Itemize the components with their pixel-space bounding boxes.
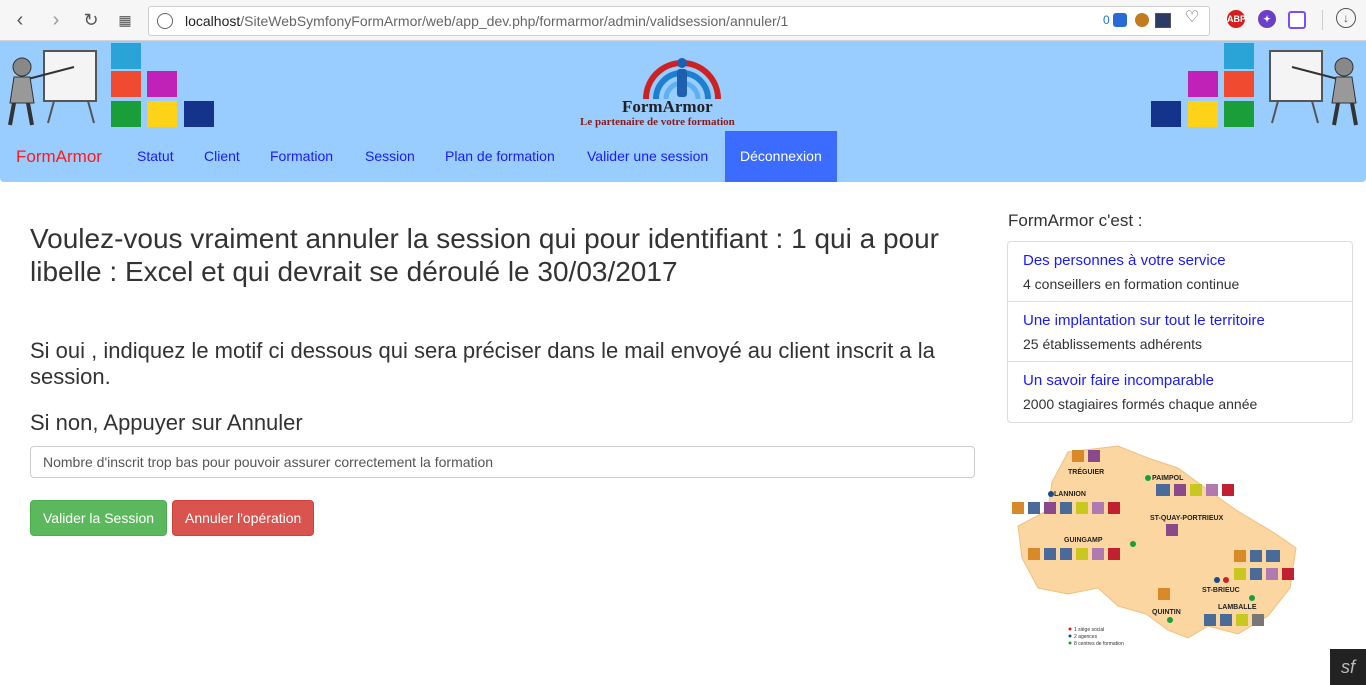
nav-item-session[interactable]: Session [365,131,415,182]
adblock-icon[interactable]: ABP [1227,10,1246,28]
forward-icon[interactable]: › [44,8,68,32]
list-item[interactable]: Une implantation sur tout le territoire … [1008,302,1352,362]
map-label-guingamp: GUINGAMP [1064,537,1103,544]
map-label-lannion: LANNION [1054,491,1086,498]
logo-subtitle: Le partenaire de votre formation [580,116,735,128]
tile-green [111,101,141,127]
map-label-paimpol: PAIMPOL [1152,475,1184,482]
speed-dial-icon[interactable]: ▦ [113,8,137,32]
tile-yellow [1188,101,1218,127]
heart-icon[interactable]: ♡ [1182,8,1202,28]
main-navbar: FormArmor Statut Client Formation Sessio… [0,131,1366,182]
extension-purple-icon[interactable]: ✦ [1258,10,1276,28]
shield-icon[interactable] [1113,13,1127,27]
list-item-text: 25 établissements adhérents [1023,336,1202,352]
tile-navy [1151,101,1181,127]
tile-red [1224,71,1254,97]
tile-blue [111,43,141,69]
back-icon[interactable]: ‹ [8,8,32,32]
list-item-title[interactable]: Un savoir faire incomparable [1023,372,1214,389]
nav-item-valider-session[interactable]: Valider une session [587,131,708,182]
list-item[interactable]: Un savoir faire incomparable 2000 stagia… [1008,362,1352,422]
nav-item-formation[interactable]: Formation [270,131,333,182]
map-label-lamballe: LAMBALLE [1218,604,1257,611]
address-bar[interactable]: localhost/SiteWebSymfonyFormArmor/web/ap… [148,6,1210,36]
site-banner: FormArmor Le partenaire de votre formati… [0,41,1366,131]
nav-brand[interactable]: FormArmor [16,131,102,182]
map-legend-centres: 8 centres de formation [1074,641,1124,647]
url-text: localhost/SiteWebSymfonyFormArmor/web/ap… [185,13,789,29]
list-item-title[interactable]: Des personnes à votre service [1023,252,1226,269]
symfony-toolbar-icon[interactable]: sf [1330,649,1366,685]
browser-toolbar: ‹ › ↻ ▦ localhost/SiteWebSymfonyFormArmo… [0,0,1366,41]
reason-input[interactable] [30,446,975,478]
sidebar-title: FormArmor c'est : [1008,211,1143,230]
confirmation-question: Voulez-vous vraiment annuler la session … [30,223,939,287]
reload-icon[interactable]: ↻ [79,8,103,32]
screenshot-icon[interactable] [1155,13,1171,28]
sidebar-list: Des personnes à votre service 4 conseill… [1007,241,1353,423]
toolbar-divider [1322,10,1323,30]
list-item[interactable]: Des personnes à votre service 4 conseill… [1008,242,1352,302]
if-yes-instructions: Si oui , indiquez le motif ci dessous qu… [30,338,935,389]
region-map: TRÉGUIER PAIMPOL LANNION ST-QUAY-PORTRIE… [1012,445,1297,647]
map-label-quintin: QUINTIN [1152,609,1181,616]
download-icon[interactable]: ↓ [1336,8,1356,28]
map-legend-siege: 1 siège social [1074,627,1104,633]
badge-count: 0 [1103,13,1110,27]
logo-title: FormArmor [622,97,713,116]
formarmor-logo: FormArmor Le partenaire de votre formati… [578,47,788,128]
tile-green [1224,101,1254,127]
list-item-text: 2000 stagiaires formés chaque année [1023,396,1258,412]
tile-magenta [1188,71,1218,97]
tile-magenta [147,71,177,97]
map-label-st-brieuc: ST-BRIEUC [1202,587,1240,594]
nav-item-deconnexion[interactable]: Déconnexion [725,131,837,182]
tile-red [111,71,141,97]
cancel-operation-button[interactable]: Annuler l'opération [172,500,315,536]
nav-item-statut[interactable]: Statut [137,131,174,182]
nav-item-client[interactable]: Client [204,131,240,182]
map-label-treguier: TRÉGUIER [1068,467,1104,476]
if-no-instructions: Si non, Appuyer sur Annuler [30,410,303,435]
globe-icon [157,13,173,29]
map-label-st-quay-portrieux: ST-QUAY-PORTRIEUX [1150,515,1224,522]
extension-icon[interactable] [1135,13,1149,27]
twitch-icon[interactable] [1288,11,1306,29]
list-item-text: 4 conseillers en formation continue [1023,276,1240,292]
nav-item-plan-formation[interactable]: Plan de formation [445,131,555,182]
presenter-illustration-left [8,50,97,126]
map-legend-agences: 2 agences [1074,634,1098,640]
tile-blue [1224,43,1254,69]
list-item-title[interactable]: Une implantation sur tout le territoire [1023,312,1265,329]
tile-yellow [147,101,177,127]
tile-navy [184,101,214,127]
validate-session-button[interactable]: Valider la Session [30,500,168,536]
presenter-illustration-right [1269,50,1358,126]
logo-emblem [643,58,721,100]
